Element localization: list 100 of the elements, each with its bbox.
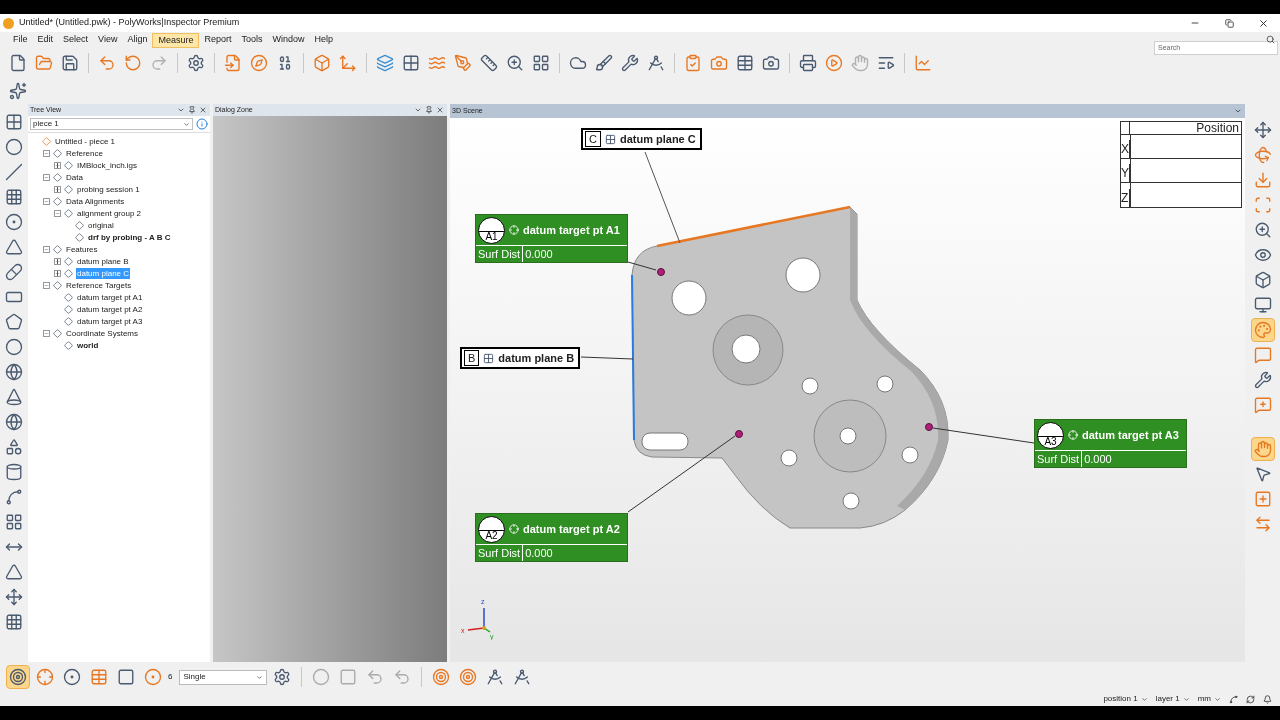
- row-header: Y: [1121, 164, 1130, 182]
- app-logo: [3, 17, 14, 29]
- target-symbol: A2: [478, 515, 505, 543]
- target-point: [657, 268, 665, 276]
- bell-icon[interactable]: [1263, 694, 1272, 704]
- menu-item[interactable]: Tools: [236, 32, 268, 48]
- target-icon: [1068, 430, 1078, 440]
- node-icon: [53, 244, 62, 254]
- collapse-icon[interactable]: [43, 197, 50, 205]
- tree-item[interactable]: Reference Targets: [65, 279, 133, 291]
- window-title: Untitled* (Untitled.pwk) - PolyWorks|Inspector Premium: [19, 16, 240, 30]
- tree-item[interactable]: original: [87, 219, 115, 231]
- expand-icon[interactable]: [54, 185, 61, 193]
- target-title: datum target pt A1: [523, 222, 620, 238]
- caret-icon[interactable]: [1140, 695, 1148, 703]
- probe-icon[interactable]: [6, 665, 30, 689]
- leader-line: [580, 356, 634, 360]
- tree-item[interactable]: datum target pt A2: [76, 303, 144, 315]
- hand-icon[interactable]: [1250, 437, 1275, 461]
- field-value: 0.000: [524, 246, 554, 262]
- node-icon: [42, 136, 51, 146]
- collapse-icon[interactable]: [43, 149, 50, 157]
- node-icon: [53, 196, 62, 206]
- search-icon[interactable]: [1266, 35, 1275, 44]
- status-label[interactable]: layer 1: [1155, 693, 1180, 705]
- row-header: Z: [1121, 189, 1130, 207]
- info-icon[interactable]: [196, 118, 208, 130]
- node-icon: [64, 268, 73, 278]
- tree-item[interactable]: datum target pt A1: [76, 291, 144, 303]
- menu-item[interactable]: Help: [309, 32, 338, 48]
- menu-item[interactable]: View: [93, 32, 123, 48]
- menu-item[interactable]: Select: [58, 32, 94, 48]
- tree-item[interactable]: world: [76, 339, 100, 351]
- dropdown-icon[interactable]: [177, 106, 185, 114]
- node-icon: [64, 184, 73, 194]
- refresh-icon[interactable]: [1246, 694, 1255, 704]
- tree-item[interactable]: Features: [65, 243, 99, 255]
- menu-item[interactable]: Align: [122, 32, 153, 48]
- field-value: 0.000: [524, 545, 554, 561]
- menu-item[interactable]: Window: [267, 32, 310, 48]
- status-label[interactable]: position 1: [1103, 693, 1138, 705]
- tree-item[interactable]: datum target pt A3: [76, 315, 144, 327]
- pin-icon[interactable]: [425, 106, 433, 114]
- snap-icon[interactable]: [1229, 694, 1238, 704]
- tree-item[interactable]: Coordinate Systems: [65, 327, 140, 339]
- node-icon: [53, 148, 62, 158]
- node-icon: [75, 220, 84, 230]
- piece-select[interactable]: piece 1: [30, 118, 193, 130]
- collapse-icon[interactable]: [43, 329, 50, 337]
- target-symbol: A3: [1037, 421, 1064, 449]
- node-icon: [64, 316, 73, 326]
- caret-icon[interactable]: [1214, 695, 1221, 703]
- node-icon: [53, 328, 62, 338]
- expand-icon[interactable]: [54, 269, 61, 277]
- target-title: datum target pt A2: [523, 521, 620, 537]
- datum-title: datum plane C: [619, 132, 697, 146]
- collapse-icon[interactable]: [54, 209, 61, 217]
- datum-letter: C: [585, 131, 601, 147]
- column-header: Position: [1195, 122, 1240, 134]
- tree-item[interactable]: datum plane B: [76, 255, 130, 267]
- collapse-icon[interactable]: [43, 245, 50, 253]
- node-icon: [64, 160, 73, 170]
- collapse-icon[interactable]: [43, 173, 50, 181]
- pin-icon[interactable]: [188, 106, 196, 114]
- dropdown-icon[interactable]: [1234, 107, 1242, 115]
- plane-icon: [483, 352, 495, 364]
- palette-icon[interactable]: [1250, 318, 1275, 342]
- plane-icon: [604, 133, 616, 145]
- tree-item[interactable]: probing session 1: [76, 183, 141, 195]
- menu-item[interactable]: Report: [199, 32, 237, 48]
- restore-icon[interactable]: [1224, 18, 1234, 28]
- caret-icon[interactable]: [183, 120, 190, 128]
- field-value: 0.000: [1083, 451, 1113, 467]
- tree-item[interactable]: IMBlock_inch.igs: [76, 159, 139, 171]
- tree-item[interactable]: Reference: [65, 147, 104, 159]
- status-label[interactable]: mm: [1197, 693, 1211, 705]
- menu-item[interactable]: Measure: [152, 32, 200, 48]
- expand-icon[interactable]: [54, 161, 61, 169]
- field-label: Surf Dist: [1035, 450, 1083, 468]
- dropdown-icon[interactable]: [414, 106, 422, 114]
- field-label: Surf Dist: [476, 544, 524, 562]
- caret-icon[interactable]: [1182, 695, 1190, 703]
- node-icon: [64, 340, 73, 350]
- tree-item[interactable]: Data: [65, 171, 84, 183]
- caret-icon[interactable]: [256, 673, 264, 681]
- expand-icon[interactable]: [54, 257, 61, 265]
- tree-item[interactable]: alignment group 2: [76, 207, 143, 219]
- mode-select[interactable]: Single: [179, 669, 268, 685]
- node-icon: [64, 256, 73, 266]
- menu-item[interactable]: Edit: [32, 32, 59, 48]
- collapse-icon[interactable]: [43, 281, 50, 289]
- menu-item[interactable]: File: [8, 32, 33, 48]
- close-icon[interactable]: [1257, 17, 1269, 29]
- tree-item[interactable]: Data Alignments: [65, 195, 126, 207]
- target-point: [735, 430, 743, 438]
- node-icon: [53, 172, 62, 182]
- tree-item[interactable]: Untitled - piece 1: [54, 135, 117, 147]
- tree-item[interactable]: drf by probing - A B C: [87, 231, 172, 243]
- datum-letter: B: [464, 350, 480, 366]
- target-point: [925, 423, 933, 431]
